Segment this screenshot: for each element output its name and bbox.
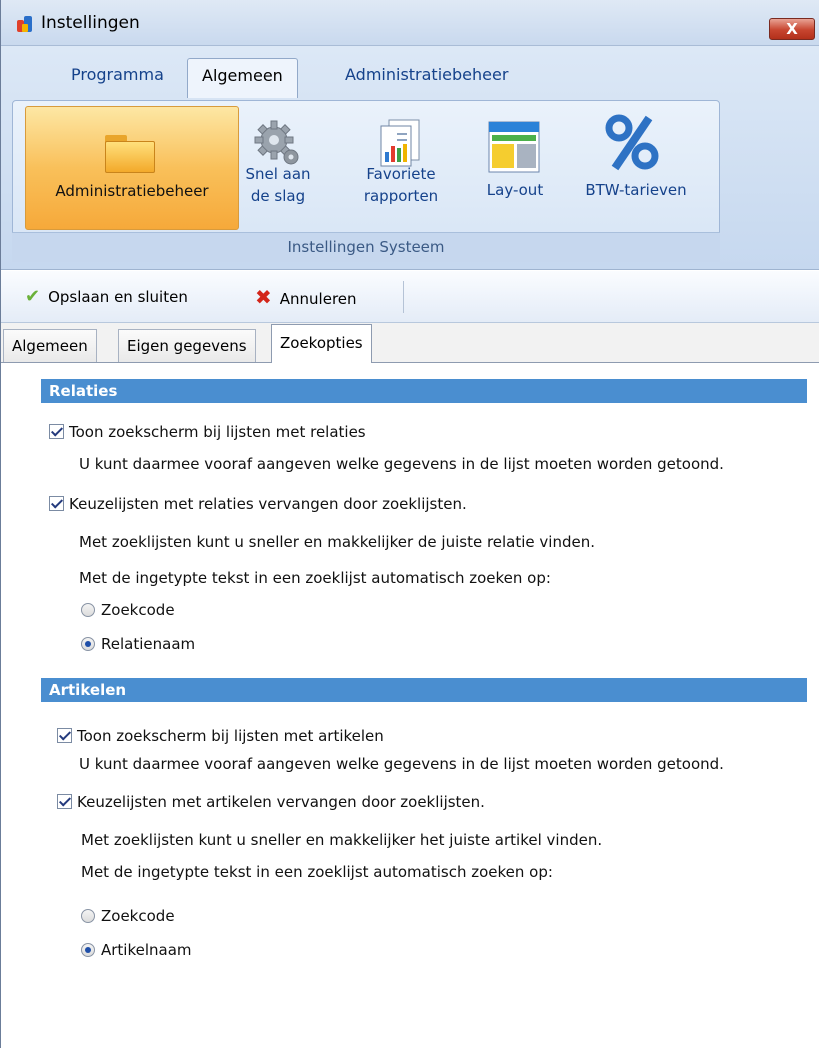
tab-algemeen-sub[interactable]: Algemeen <box>3 329 97 362</box>
artikelen-zoeklijsten-description: Met zoeklijsten kunt u sneller en makkel… <box>81 831 603 849</box>
artikelen-zoekscherm-description: U kunt daarmee vooraf aangeven welke geg… <box>79 755 724 773</box>
artikelen-radio-artikelnaam[interactable]: Artikelnaam <box>81 939 192 961</box>
relaties-zoeken-op-label: Met de ingetypte tekst in een zoeklijst … <box>79 569 551 587</box>
cancel-button[interactable]: ✖ Annuleren <box>255 285 357 309</box>
checkbox-icon <box>49 496 64 511</box>
relaties-zoeklijsten-description: Met zoeklijsten kunt u sneller en makkel… <box>79 533 595 551</box>
save-and-close-button[interactable]: ✔ Opslaan en sluiten <box>25 285 188 309</box>
title-bar: Instellingen X <box>1 0 819 46</box>
tab-programma[interactable]: Programma <box>57 58 178 94</box>
tab-zoekopties[interactable]: Zoekopties <box>271 324 372 363</box>
gear-icon <box>254 120 299 165</box>
lay-out-button[interactable]: Lay-out <box>475 106 555 230</box>
snel-aan-de-slag-button[interactable]: Snel aan de slag <box>239 106 317 230</box>
toolbar-separator <box>403 281 404 313</box>
radio-icon <box>81 603 95 617</box>
btw-tarieven-button[interactable]: BTW-tarieven <box>569 106 703 230</box>
radio-icon <box>81 909 95 923</box>
toolbar: ✔ Opslaan en sluiten ✖ Annuleren <box>1 271 819 323</box>
subtab-bar: Algemeen Eigen gegevens Zoekopties <box>1 323 819 363</box>
zoekopties-panel: Relaties Toon zoekscherm bij lijsten met… <box>1 363 819 1048</box>
relaties-zoekscherm-checkbox[interactable]: Toon zoekscherm bij lijsten met relaties <box>49 421 366 443</box>
checkbox-icon <box>57 728 72 743</box>
settings-window: Instellingen X Programma Algemeen Admini… <box>0 0 819 1048</box>
relaties-zoeklijsten-checkbox[interactable]: Keuzelijsten met relaties vervangen door… <box>49 493 467 515</box>
artikelen-zoekscherm-checkbox[interactable]: Toon zoekscherm bij lijsten met artikele… <box>57 725 384 747</box>
artikelen-radio-zoekcode[interactable]: Zoekcode <box>81 905 175 927</box>
radio-selected-icon <box>81 943 95 957</box>
relaties-radio-relatienaam[interactable]: Relatienaam <box>81 633 195 655</box>
favoriete-rapporten-button[interactable]: Favoriete rapporten <box>349 106 453 230</box>
ribbon-group-label: Instellingen Systeem <box>12 232 720 262</box>
folder-icon <box>105 135 155 175</box>
app-logo-icon <box>17 16 33 32</box>
administratiebeheer-button[interactable]: Administratiebeheer <box>25 106 239 230</box>
tab-eigen-gegevens[interactable]: Eigen gegevens <box>118 329 256 362</box>
checkmark-icon: ✔ <box>25 286 41 307</box>
section-header-artikelen: Artikelen <box>41 678 807 702</box>
checkbox-icon <box>57 794 72 809</box>
percent-icon <box>605 114 659 171</box>
layout-icon <box>488 121 540 173</box>
tab-administratiebeheer[interactable]: Administratiebeheer <box>331 58 522 94</box>
section-header-relaties: Relaties <box>41 379 807 403</box>
relaties-radio-zoekcode[interactable]: Zoekcode <box>81 599 175 621</box>
relaties-zoekscherm-description: U kunt daarmee vooraf aangeven welke geg… <box>79 455 724 473</box>
cancel-icon: ✖ <box>255 285 272 309</box>
report-icon <box>380 119 420 167</box>
tab-algemeen[interactable]: Algemeen <box>187 58 298 98</box>
checkbox-icon <box>49 424 64 439</box>
artikelen-zoeklijsten-checkbox[interactable]: Keuzelijsten met artikelen vervangen doo… <box>57 791 485 813</box>
close-button[interactable]: X <box>769 18 815 40</box>
radio-selected-icon <box>81 637 95 651</box>
window-title: Instellingen <box>41 13 140 33</box>
artikelen-zoeken-op-label: Met de ingetypte tekst in een zoeklijst … <box>81 863 553 881</box>
